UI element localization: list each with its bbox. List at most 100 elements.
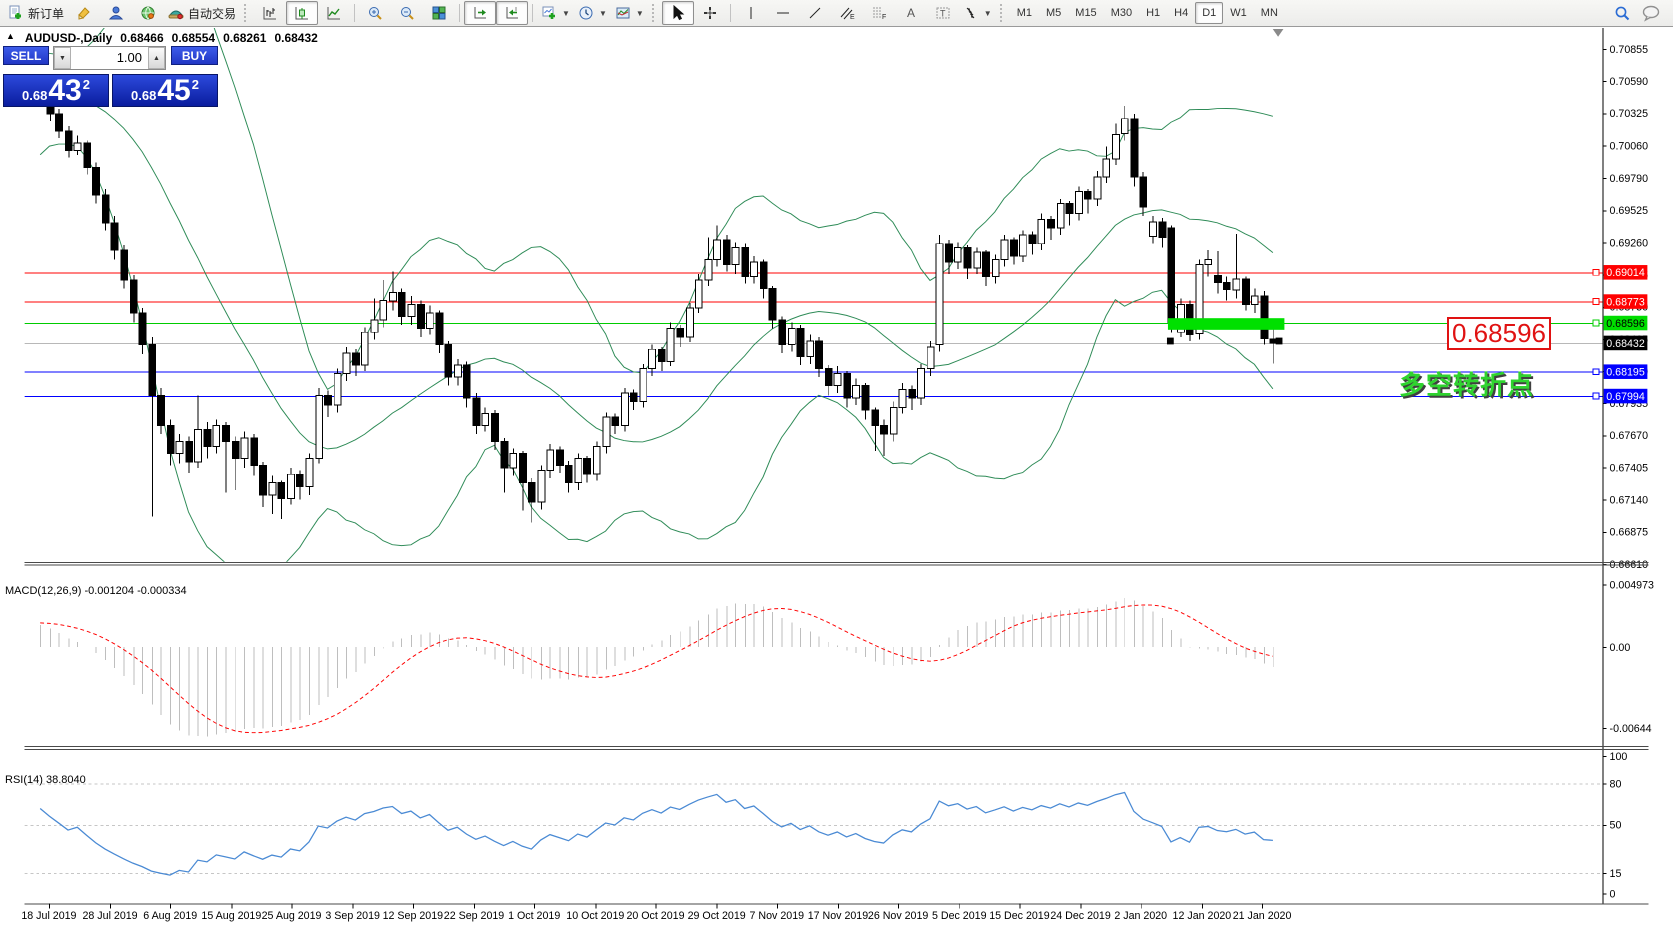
selection-handle[interactable]	[1167, 338, 1174, 345]
toolbar-gripper	[244, 4, 250, 22]
time-axis[interactable]: 18 Jul 201928 Jul 20196 Aug 201915 Aug 2…	[21, 903, 1291, 922]
timeframe-w1[interactable]: W1	[1223, 2, 1254, 24]
dropdown-caret-icon: ▼	[636, 9, 644, 18]
templates-button[interactable]: ▼	[611, 1, 648, 25]
main-plot[interactable]	[25, 28, 1603, 576]
chart-canvas[interactable]: 0.708550.705900.703250.700600.697900.695…	[0, 28, 1673, 950]
timeframe-mn[interactable]: MN	[1254, 2, 1285, 24]
candlestick-chart-button[interactable]	[286, 1, 318, 25]
panel-separators[interactable]	[25, 562, 1649, 904]
sell-button[interactable]: SELL	[3, 46, 49, 65]
line-chart-icon	[326, 5, 342, 21]
volume-decrease-button[interactable]: ▼	[54, 47, 71, 69]
price-axis[interactable]: 0.708550.705900.703250.700600.697900.695…	[1593, 28, 1648, 903]
date-label: 20 Oct 2019	[626, 910, 684, 922]
marker-button[interactable]	[68, 1, 100, 25]
periods-button[interactable]: ▼	[574, 1, 611, 25]
rsi-panel[interactable]	[25, 784, 1603, 875]
tile-windows-button[interactable]	[423, 1, 455, 25]
timeframe-m30[interactable]: M30	[1104, 2, 1139, 24]
zoom-in-button[interactable]	[359, 1, 391, 25]
chart-shift-button[interactable]	[496, 1, 528, 25]
chart-window: 0.708550.705900.703250.700600.697900.695…	[0, 28, 1673, 950]
price-row: 0.68 43 2 0.68 45 2	[3, 74, 218, 107]
auto-scroll-button[interactable]	[464, 1, 496, 25]
line-chart-button[interactable]	[318, 1, 350, 25]
signal-button[interactable]	[132, 1, 164, 25]
horizontal-line-button[interactable]	[767, 1, 799, 25]
rsi-tick-label: 15	[1610, 868, 1622, 880]
autotrading-label: 自动交易	[188, 5, 236, 22]
timeframe-m15[interactable]: M15	[1068, 2, 1103, 24]
buy-button[interactable]: BUY	[171, 46, 218, 65]
price-tick-label: 0.67140	[1610, 495, 1649, 507]
zoom-out-icon	[399, 5, 415, 21]
macd-panel[interactable]	[40, 598, 1273, 736]
price-tick-label: 0.70590	[1610, 76, 1649, 88]
volume-increase-button[interactable]: ▲	[148, 47, 165, 69]
zoom-out-button[interactable]	[391, 1, 423, 25]
date-label: 5 Dec 2019	[932, 910, 987, 922]
text-button[interactable]: A	[895, 1, 927, 25]
search-icon[interactable]	[1613, 4, 1631, 22]
price-annotation-box[interactable]: 0.68596	[1447, 317, 1551, 350]
volume-stepper: ▼ 1.00 ▲	[53, 46, 166, 70]
date-label: 12 Sep 2019	[383, 910, 444, 922]
new-chart-button[interactable]: ▼	[537, 1, 574, 25]
trendline-button[interactable]	[799, 1, 831, 25]
candlestick-icon	[294, 5, 310, 21]
price-tick-label: 0.66875	[1610, 527, 1649, 539]
arrows-button[interactable]: ▼	[959, 1, 996, 25]
toolbar-gripper	[652, 4, 658, 22]
date-label: 10 Oct 2019	[566, 910, 624, 922]
cn-annotation-text[interactable]: 多空转折点	[1399, 365, 1534, 402]
chat-icon[interactable]	[1641, 4, 1661, 22]
autotrading-button[interactable]: 自动交易	[164, 1, 240, 25]
timeframe-h4[interactable]: H4	[1167, 2, 1195, 24]
date-label: 15 Dec 2019	[989, 910, 1050, 922]
chart-high-value: 0.68554	[172, 31, 215, 45]
selection-handle[interactable]	[1276, 338, 1283, 345]
text-label-icon: T	[935, 5, 951, 21]
dropdown-caret-icon: ▼	[599, 9, 607, 18]
price-level-badge-text: 0.69014	[1606, 267, 1645, 279]
buy-price-block[interactable]: 0.68 45 2	[112, 74, 218, 107]
highlight-rectangle[interactable]	[1168, 318, 1284, 330]
timeframe-h1[interactable]: H1	[1139, 2, 1167, 24]
timeframe-d1[interactable]: D1	[1195, 2, 1223, 24]
marker-icon	[76, 5, 92, 21]
template-icon	[615, 5, 631, 21]
macd-label: MACD(12,26,9) -0.001204 -0.000334	[5, 585, 187, 597]
vertical-line-icon	[743, 5, 759, 21]
price-tick-label: 0.67405	[1610, 462, 1649, 474]
main-toolbar: 新订单 自动交易	[0, 0, 1673, 27]
text-label-button[interactable]: T	[927, 1, 959, 25]
timeframe-m1[interactable]: M1	[1010, 2, 1039, 24]
macd-axis: 0.0049730.00-0.00644	[1603, 580, 1654, 735]
macd-histogram	[41, 598, 1274, 736]
vertical-line-button[interactable]	[735, 1, 767, 25]
chart-shift-marker-icon[interactable]	[1273, 29, 1284, 37]
timeframe-m5[interactable]: M5	[1039, 2, 1068, 24]
collapse-triangle-icon[interactable]: ▲	[6, 31, 15, 45]
volume-value[interactable]: 1.00	[71, 47, 148, 69]
candlesticks	[37, 74, 1276, 523]
date-label: 7 Nov 2019	[750, 910, 805, 922]
arrows-icon	[963, 5, 979, 21]
sell-price-block[interactable]: 0.68 43 2	[3, 74, 109, 107]
price-level-badge-text: 0.68596	[1606, 318, 1645, 330]
sell-price-big: 43	[48, 79, 81, 104]
bar-chart-button[interactable]	[254, 1, 286, 25]
chart-close-value: 0.68432	[274, 31, 317, 45]
macd-tick-label: 0.00	[1610, 642, 1631, 654]
rsi-tick-label: 50	[1610, 820, 1622, 832]
cursor-button[interactable]	[662, 1, 694, 25]
toolbar-right	[1613, 4, 1669, 22]
crosshair-button[interactable]	[694, 1, 726, 25]
profile-button[interactable]	[100, 1, 132, 25]
new-order-button[interactable]: 新订单	[4, 1, 68, 25]
bar-chart-icon	[262, 5, 278, 21]
fibonacci-button[interactable]: F	[863, 1, 895, 25]
one-click-trading-panel: SELL ▼ 1.00 ▲ BUY 0.68 43 2 0.68 45 2	[3, 46, 219, 116]
equidistant-channel-button[interactable]: E	[831, 1, 863, 25]
